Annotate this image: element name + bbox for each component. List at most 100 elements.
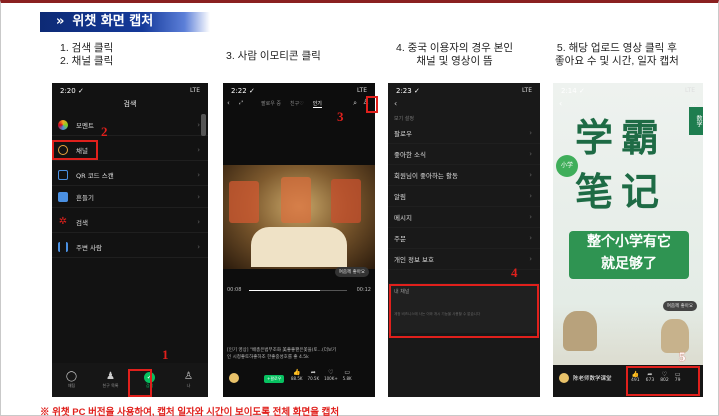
video-thumbnail[interactable] — [223, 165, 375, 269]
setting-messages[interactable]: 메시지 › — [388, 207, 540, 228]
nav-contacts[interactable]: ♟ 친구 목록 — [97, 371, 125, 389]
thumbs-up-icon: 👍 — [631, 371, 640, 378]
comment-action[interactable]: ▭ 5.8K — [343, 369, 352, 381]
step-5-caption: 5. 해당 업로드 영상 클릭 후 좋아요 수 및 시간, 일자 캡처 — [555, 42, 679, 68]
highlight-channels — [52, 140, 98, 160]
share-icon: ➦ — [647, 371, 653, 378]
back-icon[interactable]: ‹ — [559, 99, 562, 108]
status-bar: 2:20 ✓ LTE — [52, 83, 208, 97]
menu-label: 모멘트 — [76, 121, 94, 130]
people-nearby-icon — [58, 241, 68, 252]
comment-action[interactable]: ▭ 79 — [675, 371, 681, 383]
scrollbar[interactable] — [201, 114, 206, 136]
setting-orders[interactable]: 주문 › — [388, 228, 540, 249]
menu-item-moments[interactable]: 모멘트 › — [52, 114, 208, 136]
setting-label: 메시지 — [394, 214, 412, 222]
setting-liked-activity[interactable]: 회원님이 좋아하는 활동 › — [388, 165, 540, 186]
contacts-icon: ♟ — [106, 371, 115, 382]
like-bubble[interactable]: 여줌께 좋아요 — [662, 301, 697, 311]
expand-icon[interactable]: ⤢ — [239, 100, 243, 106]
screen-title: 검색 — [123, 100, 137, 108]
more-icon[interactable]: … — [690, 99, 697, 107]
step-2-text: 2. 채널 클릭 — [60, 55, 114, 67]
nav-me[interactable]: ♙ 나 — [175, 371, 203, 389]
menu-label: 검색 — [76, 218, 88, 227]
nav-chats[interactable]: ◯ 채팅 — [58, 371, 86, 389]
action-bar: 👍 491 ➦ 673 ♡ 802 ▭ 79 — [631, 371, 681, 383]
qr-scan-icon — [58, 169, 68, 180]
marker-1: 1 — [162, 347, 169, 362]
nav-label: 친구 목록 — [102, 383, 119, 388]
status-time: 2:14 ✓ — [561, 87, 585, 95]
status-time: 2:22 ✓ — [231, 87, 255, 95]
setting-notifications[interactable]: 알림 › — [388, 186, 540, 207]
chat-bubble-icon: ◯ — [65, 371, 78, 382]
highlight-person-icon — [366, 96, 378, 113]
channel-name[interactable]: 陈老师数学课堂 — [573, 374, 612, 382]
tab-following[interactable]: 팔로우 중 — [261, 100, 281, 108]
phone-channels-video: 2:22 ✓ LTE ‹ ⤢ 팔로우 중 친구♡ 인기 ⌕ ♙ 여줌께 좋아요 … — [223, 83, 375, 397]
heart-icon: ♡ — [661, 371, 668, 378]
glass-right — [331, 179, 361, 223]
step-4-text-line2: 채널 및 영상이 뜸 — [416, 55, 493, 67]
setting-label: 회원님이 좋아하는 활동 — [394, 172, 458, 180]
setting-label: 좋아한 소식 — [394, 151, 426, 159]
menu-item-people-nearby[interactable]: 주변 사람 › — [52, 236, 208, 258]
like-action[interactable]: 👍 491 — [631, 371, 640, 383]
phone-channel-settings: 2:23 ✓ LTE ‹ 보기 설정 팔로우 › 좋아한 소식 › 회원님이 좋아하… — [388, 83, 540, 397]
glass-left — [229, 181, 259, 223]
slogan-line1: 整个小学有它 — [587, 234, 671, 250]
count: 5.8K — [342, 376, 352, 381]
menu-label: 흔들기 — [76, 193, 94, 202]
shake-icon — [58, 191, 68, 202]
footer-note: ※ 위챗 PC 버전을 사용하여, 캡처 일자와 시간이 보이도록 전체 화면을… — [40, 407, 340, 416]
menu-item-shake[interactable]: 흔들기 › — [52, 186, 208, 208]
count: 802 — [660, 378, 669, 383]
search-icon[interactable]: ⌕ — [353, 99, 357, 108]
menu-item-qr-scan[interactable]: QR 코드 스캔 › — [52, 164, 208, 186]
time-end: 00:12 — [356, 287, 371, 293]
step-1-text: 1. 검색 클릭 — [60, 42, 114, 54]
count: 491 — [631, 378, 640, 383]
count: 88.5K — [291, 376, 303, 381]
highlight-my-channel — [389, 284, 539, 338]
slogan-banner: 整个小学有它 就足够了 — [569, 231, 689, 279]
like-action[interactable]: 👍 88.5K — [291, 369, 303, 381]
setting-label: 주문 — [394, 235, 406, 243]
count: 673 — [645, 378, 655, 383]
caption-line: 인 시청좋토하좋하조 한좋중성호를 좋 4.5k — [227, 355, 309, 360]
menu-item-search[interactable]: ✲ 검색 › — [52, 211, 208, 233]
highlight-discover-tab — [128, 369, 152, 397]
action-bar: 👍 88.5K ➦ 70.5K ♡ 100K+ ▭ 5.8K — [291, 369, 352, 381]
step-5-text-line1: 5. 해당 업로드 영상 클릭 후 — [556, 42, 677, 54]
avatar[interactable] — [229, 373, 239, 383]
thumbs-up-icon: 👍 — [293, 369, 301, 376]
avatar[interactable] — [559, 373, 569, 383]
heart-action[interactable]: ♡ 100K+ — [324, 369, 338, 381]
back-icon[interactable]: ‹ — [227, 99, 230, 107]
setting-follow[interactable]: 팔로우 › — [388, 123, 540, 144]
title-chars-top: 学霸 — [575, 115, 668, 160]
marker-3: 3 — [337, 109, 344, 124]
tab-friends[interactable]: 친구♡ — [290, 100, 304, 108]
share-action[interactable]: ➦ 70.5K — [308, 369, 320, 381]
back-icon[interactable]: ‹ — [394, 99, 397, 108]
status-signal: LTE — [357, 87, 367, 94]
section-header: » 위챗 화면 캡처 — [56, 13, 153, 31]
heart-icon: ♡ — [328, 369, 334, 376]
like-bubble[interactable]: 여줌께 좋아요 — [334, 267, 369, 277]
double-chevron-icon: » — [56, 14, 65, 29]
count: 79 — [674, 378, 681, 383]
tab-popular[interactable]: 인기 — [312, 100, 322, 108]
side-tag: 数学 — [689, 107, 703, 135]
share-action[interactable]: ➦ 673 — [646, 371, 655, 383]
count: 100K+ — [324, 376, 338, 381]
status-signal: LTE — [685, 87, 695, 94]
follow-button[interactable]: +팔로우 — [264, 375, 285, 383]
heart-action[interactable]: ♡ 802 — [660, 371, 669, 383]
title-chars-bottom: 笔记 — [575, 169, 668, 214]
progress-bar[interactable] — [249, 290, 347, 291]
highlight-action-counts: 👍 491 ➦ 673 ♡ 802 ▭ 79 — [626, 366, 700, 396]
setting-liked[interactable]: 좋아한 소식 › — [388, 144, 540, 165]
character-left — [563, 311, 597, 351]
